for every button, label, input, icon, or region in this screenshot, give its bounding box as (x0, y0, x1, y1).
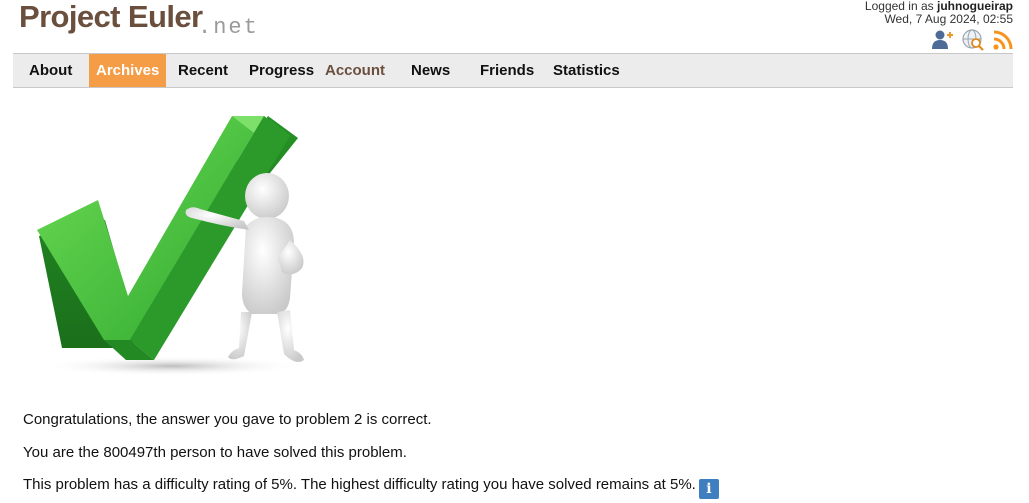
logo-text: Project Euler (19, 0, 203, 34)
main-nav: About Archives Recent Progress Account N… (13, 53, 1013, 88)
solver-count-message: You are the 800497th person to have solv… (23, 444, 407, 461)
nav-about[interactable]: About (29, 54, 72, 87)
info-icon[interactable]: i (698, 479, 719, 499)
congrats-message: Congratulations, the answer you gave to … (23, 411, 432, 428)
current-datetime: Wed, 7 Aug 2024, 02:55 (884, 12, 1013, 26)
login-info: Logged in as juhnogueirap Wed, 7 Aug 202… (865, 0, 1013, 26)
site-logo[interactable]: Project Euler .net (19, 0, 279, 49)
nav-news[interactable]: News (411, 54, 450, 87)
header-icons (932, 29, 1014, 51)
search-globe-icon[interactable] (962, 29, 984, 51)
add-friend-icon[interactable] (932, 29, 954, 51)
logo-suffix: .net (198, 15, 259, 40)
success-checkmark-image (32, 108, 332, 378)
nav-recent[interactable]: Recent (178, 54, 228, 87)
difficulty-message: This problem has a difficulty rating of … (23, 476, 719, 499)
rss-icon[interactable] (992, 29, 1014, 51)
nav-account[interactable]: Account (325, 54, 385, 87)
nav-friends[interactable]: Friends (480, 54, 534, 87)
nav-statistics[interactable]: Statistics (553, 54, 620, 87)
nav-archives[interactable]: Archives (89, 54, 167, 87)
difficulty-text: This problem has a difficulty rating of … (23, 476, 696, 493)
nav-progress[interactable]: Progress (249, 54, 314, 87)
